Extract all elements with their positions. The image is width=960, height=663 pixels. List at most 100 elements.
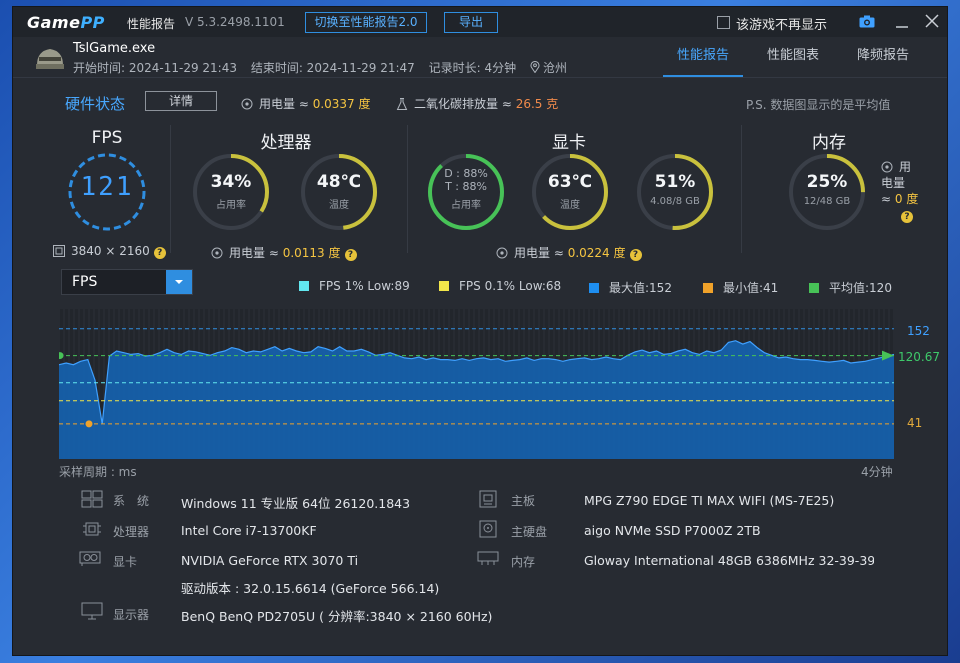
- legend-fps-01-low: FPS 0.1% Low:68: [439, 279, 561, 293]
- legend-swatch: [703, 283, 713, 293]
- gpu-value: NVIDIA GeForce RTX 3070 Ti: [181, 553, 359, 568]
- os-value: Windows 11 专业版 64位 26120.1843: [181, 496, 411, 511]
- help-icon[interactable]: ?: [153, 247, 166, 259]
- legend-min: 最小值:41: [703, 279, 778, 296]
- fps-chart[interactable]: [59, 309, 894, 459]
- avg-axis-label: 120.67: [898, 350, 940, 364]
- duration-label: 4分钟: [861, 465, 893, 479]
- legend-swatch: [589, 283, 599, 293]
- legend-max: 最大值:152: [589, 279, 672, 296]
- cpu-chip-icon: [83, 522, 101, 536]
- monitor-key: 显示器: [113, 608, 150, 622]
- gpu-title: 显卡: [552, 133, 586, 153]
- gpu-usage-label: 占用率: [451, 200, 481, 211]
- legend-avg: 平均值:120: [809, 279, 892, 296]
- gpu-d-usage: D : 88%: [444, 167, 488, 180]
- max-axis-label: 152: [907, 324, 930, 338]
- cpu-power: 用电量 ≈ 0.0113 度?: [211, 244, 357, 261]
- app-logo: GamePP: [27, 13, 105, 32]
- co2-emission: 二氧化碳排放量 ≈ 26.5 克: [396, 95, 558, 112]
- power-icon: [496, 247, 508, 259]
- dont-show-checkbox[interactable]: [717, 16, 730, 29]
- legend-fps-1-low: FPS 1% Low:89: [299, 279, 410, 293]
- cpu-usage-gauge: 34% 占用率: [191, 152, 271, 232]
- memory-usage-label: 12/48 GB: [803, 196, 851, 207]
- flask-icon: [396, 98, 408, 110]
- monitor-icon: [53, 245, 65, 257]
- power-icon: [211, 247, 223, 259]
- sample-period-label: 采样周期 : ms: [59, 465, 137, 479]
- game-exe-name: TslGame.exe: [73, 41, 156, 56]
- gpu-key: 显卡: [113, 555, 138, 569]
- motherboard-icon: [479, 490, 497, 508]
- cpu-temp-gauge: 48℃ 温度: [299, 152, 379, 232]
- gpu-temp-label: 温度: [560, 200, 580, 211]
- separator: [170, 125, 171, 253]
- hardware-status-title: 硬件状态: [65, 95, 126, 113]
- chevron-down-icon[interactable]: [166, 270, 192, 294]
- game-avatar: [36, 49, 64, 69]
- report-window: GamePP 性能报告 V 5.3.2498.1101 切换至性能报告2.0 导…: [12, 6, 948, 656]
- hard-disk-icon: [479, 520, 497, 538]
- gpu-power: 用电量 ≈ 0.0224 度?: [496, 244, 642, 261]
- cpu-key: 处理器: [113, 525, 150, 539]
- separator: [741, 125, 742, 253]
- min-axis-label: 41: [907, 416, 923, 430]
- cpu-usage-label: 占用率: [216, 200, 246, 211]
- monitor-icon: [81, 602, 103, 620]
- min-marker: [85, 420, 93, 428]
- header-divider: [13, 77, 947, 78]
- export-button[interactable]: 导出: [444, 12, 498, 33]
- cpu-value: Intel Core i7-13700KF: [181, 523, 317, 538]
- switch-report-button[interactable]: 切换至性能报告2.0: [305, 12, 427, 33]
- graphics-card-icon: [79, 551, 101, 566]
- help-icon[interactable]: ?: [344, 249, 357, 261]
- memory-title: 内存: [812, 133, 846, 153]
- cpu-title: 处理器: [260, 133, 312, 153]
- memory-usage-value: 25%: [806, 172, 848, 192]
- app-title: 性能报告: [127, 17, 176, 31]
- close-icon[interactable]: [925, 14, 939, 28]
- separator: [407, 125, 408, 253]
- board-value: MPG Z790 EDGE TI MAX WIFI (MS-7E25): [584, 493, 835, 508]
- help-icon[interactable]: ?: [629, 249, 642, 261]
- ram-icon: [477, 551, 499, 565]
- memory-usage-gauge: 25% 12/48 GB: [787, 152, 867, 232]
- record-duration: 记录时长: 4分钟: [428, 61, 517, 75]
- metric-select-value: FPS: [72, 274, 98, 290]
- cpu-temp-label: 温度: [329, 200, 349, 211]
- os-key: 系 统: [113, 494, 150, 508]
- legend-swatch: [299, 281, 309, 291]
- app-version: V 5.3.2498.1101: [185, 15, 285, 29]
- windows-icon: [81, 490, 103, 508]
- location: 沧州: [542, 61, 567, 75]
- gpu-vram-label: 4.08/8 GB: [650, 196, 700, 207]
- memory-key: 内存: [511, 555, 536, 569]
- minimize-icon[interactable]: [895, 15, 909, 29]
- fps-value: 121: [80, 172, 134, 202]
- detail-button[interactable]: 详情: [145, 91, 217, 111]
- disk-key: 主硬盘: [511, 525, 548, 539]
- disk-value: aigo NVMe SSD P7000Z 2TB: [584, 523, 761, 538]
- gpu-vram-gauge: 51% 4.08/8 GB: [635, 152, 715, 232]
- memory-value: Gloway International 48GB 6386MHz 32-39-…: [584, 553, 874, 568]
- gpu-vram-value: 51%: [654, 172, 696, 192]
- board-key: 主板: [511, 494, 536, 508]
- average-note: P.S. 数据图显示的是平均值: [746, 98, 891, 112]
- cpu-temp-value: 48℃: [316, 172, 362, 192]
- start-time: 开始时间: 2024-11-29 21:43: [73, 61, 237, 75]
- power-icon: [881, 161, 893, 173]
- metric-select[interactable]: FPS: [61, 269, 193, 295]
- gpu-t-usage: T : 88%: [445, 180, 487, 193]
- tab-performance-chart[interactable]: 性能图表: [753, 47, 833, 77]
- end-time: 结束时间: 2024-11-29 21:47: [250, 61, 415, 75]
- tab-throttle-report[interactable]: 降频报告: [843, 47, 923, 77]
- dont-show-label: 该游戏不再显示: [736, 18, 828, 33]
- gpu-temp-gauge: 63℃ 温度: [530, 152, 610, 232]
- gpu-usage-gauge: D : 88% T : 88% 占用率: [426, 152, 506, 232]
- help-icon[interactable]: ?: [901, 211, 913, 223]
- location-pin-icon: [530, 61, 540, 73]
- tab-performance-report[interactable]: 性能报告: [663, 47, 743, 77]
- screenshot-camera-icon[interactable]: [859, 15, 875, 28]
- memory-power: 用 电量 ≈ 0 度 ?: [881, 160, 919, 223]
